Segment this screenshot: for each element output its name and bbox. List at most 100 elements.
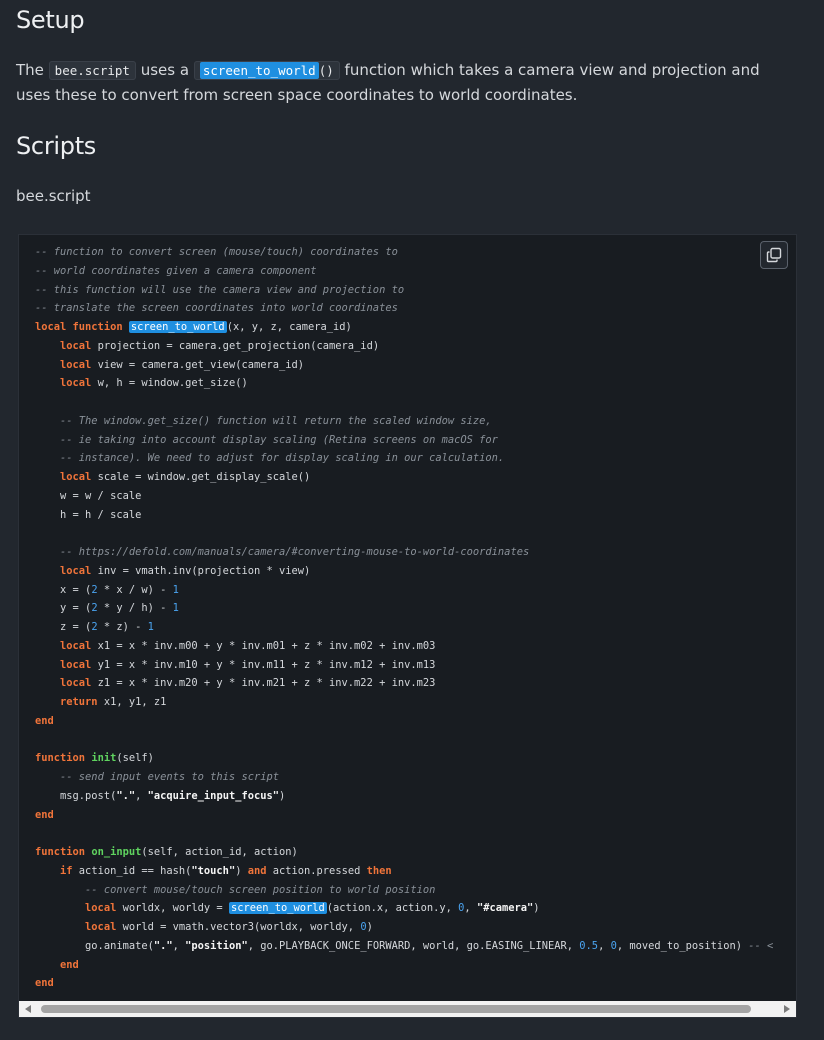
code-string: "." <box>116 789 136 802</box>
code-text: , go.PLAYBACK_ONCE_FORWARD, world, go.EA… <box>247 939 580 952</box>
code-line: y = (2 * y / h) - 1 <box>35 602 179 614</box>
code-line: -- this function will use the camera vie… <box>35 284 404 296</box>
code-keyword: if <box>60 864 73 877</box>
code-line: local scale = window.get_display_scale() <box>35 471 310 483</box>
code-line: local function screen_to_world (x, y, z, … <box>35 321 352 333</box>
code-line: -- ie taking into account display scalin… <box>35 434 498 446</box>
code-keyword: local <box>60 471 92 483</box>
copy-button[interactable] <box>760 241 788 269</box>
code-text: z1 = x * inv.m20 + y * inv.m21 + z * inv… <box>91 677 436 690</box>
code-line: end <box>35 715 54 727</box>
code-text: (self, action_id, action) <box>141 846 298 858</box>
code-keyword: return <box>60 696 98 708</box>
horizontal-scrollbar[interactable] <box>19 1001 796 1017</box>
code-comment: -- https://defold.com/manuals/camera/#co… <box>60 546 530 558</box>
code-line: -- https://defold.com/manuals/camera/#co… <box>35 546 529 558</box>
code-text: y1 = x * inv.m10 + y * inv.m11 + z * inv… <box>91 658 436 671</box>
code-keyword: local <box>85 921 117 933</box>
code-number: 1 <box>172 583 179 596</box>
code-text: ) <box>279 789 286 802</box>
code-function-name: init <box>91 752 117 765</box>
scroll-left-arrow-icon[interactable] <box>25 1005 31 1013</box>
code-line: function on_input(self, action_id, actio… <box>35 846 298 858</box>
code-text: * y / h) - <box>97 602 173 615</box>
code-comment: -- ie taking into account display scalin… <box>60 433 498 446</box>
code-keyword: local function <box>35 321 129 333</box>
code-keyword: local <box>60 677 92 690</box>
code-line: local y1 = x * inv.m10 + y * inv.m11 + z… <box>35 659 435 671</box>
code-text: w = w / scale <box>35 489 142 502</box>
code-text: , <box>135 789 148 802</box>
code-line: if action_id == hash("touch") and action… <box>35 865 392 877</box>
code-keyword: local <box>60 377 92 390</box>
scroll-right-arrow-icon[interactable] <box>784 1005 790 1013</box>
setup-text-uses: uses a <box>135 61 194 79</box>
setup-description: The bee.script uses a screen_to_world() … <box>16 58 796 107</box>
code-keyword: local <box>60 358 92 371</box>
code-text: world = vmath.vector3(worldx, worldy, <box>116 921 361 933</box>
code-string: "." <box>153 939 173 952</box>
code-listing: -- function to convert screen (mouse/tou… <box>19 235 796 993</box>
code-keyword: local <box>85 902 117 915</box>
file-label: bee.script <box>16 187 91 205</box>
scrollbar-thumb[interactable] <box>41 1005 751 1013</box>
code-comment: -- world coordinates given a camera comp… <box>35 264 317 277</box>
code-keyword: local <box>60 339 92 352</box>
code-line: local worldx, worldy = screen_to_world (a… <box>35 902 540 915</box>
code-string: "#camera" <box>476 902 534 915</box>
code-text: action_id == hash( <box>72 864 192 877</box>
inline-code-parens: () <box>318 63 334 78</box>
code-line: z = (2 * z) - 1 <box>35 621 154 633</box>
code-text: (x, y, z, camera_id) <box>226 321 352 333</box>
code-string: "touch" <box>191 864 236 877</box>
code-comment: -- convert mouse/touch screen position t… <box>85 883 436 896</box>
code-comment: -- send input events to this script <box>60 771 279 783</box>
code-block: -- function to convert screen (mouse/tou… <box>18 234 797 1018</box>
code-line: local inv = vmath.inv(projection * view) <box>35 565 310 577</box>
code-text: z = ( <box>35 621 92 633</box>
code-text: msg.post( <box>35 789 117 802</box>
code-line: local world = vmath.vector3(worldx, worl… <box>35 921 373 933</box>
code-string: "acquire_input_focus" <box>147 789 279 802</box>
code-text: ) <box>533 902 540 915</box>
code-keyword: end <box>35 808 54 821</box>
search-highlight: screen_to_world <box>199 62 319 79</box>
code-text: scale = window.get_display_scale() <box>91 471 311 483</box>
inline-code-screen-to-world: screen_to_world() <box>193 61 340 80</box>
code-text: worldx, worldy = <box>116 902 229 915</box>
code-text: (self) <box>116 752 154 765</box>
code-keyword: end <box>35 977 54 990</box>
code-line: -- world coordinates given a camera comp… <box>35 265 317 277</box>
code-keyword: function <box>35 846 92 858</box>
code-line: -- convert mouse/touch screen position t… <box>35 884 435 896</box>
code-text: action.pressed <box>266 864 367 877</box>
code-line: -- translate the screen coordinates into… <box>35 302 398 314</box>
code-string: "position" <box>185 939 248 952</box>
code-keyword: end <box>60 958 79 971</box>
code-line: h = h / scale <box>35 509 141 521</box>
code-line: w = w / scale <box>35 490 141 502</box>
code-line: -- send input events to this script <box>35 771 279 783</box>
code-text: ) <box>235 864 248 877</box>
code-text: , <box>464 902 477 915</box>
code-text: projection = camera.get_projection(camer… <box>91 339 380 352</box>
code-line: return x1, y1, z1 <box>35 696 166 708</box>
copy-icon <box>766 247 782 263</box>
code-comment: -- function to convert screen (mouse/tou… <box>35 246 398 258</box>
code-keyword: local <box>60 658 92 671</box>
code-keyword: and <box>247 864 267 877</box>
code-keyword: function <box>35 752 92 765</box>
code-text: (action.x, action.y, <box>326 902 459 915</box>
code-line: x = (2 * x / w) - 1 <box>35 584 179 596</box>
code-text: * z) - <box>97 621 148 633</box>
search-highlight: screen_to_world <box>128 321 227 333</box>
